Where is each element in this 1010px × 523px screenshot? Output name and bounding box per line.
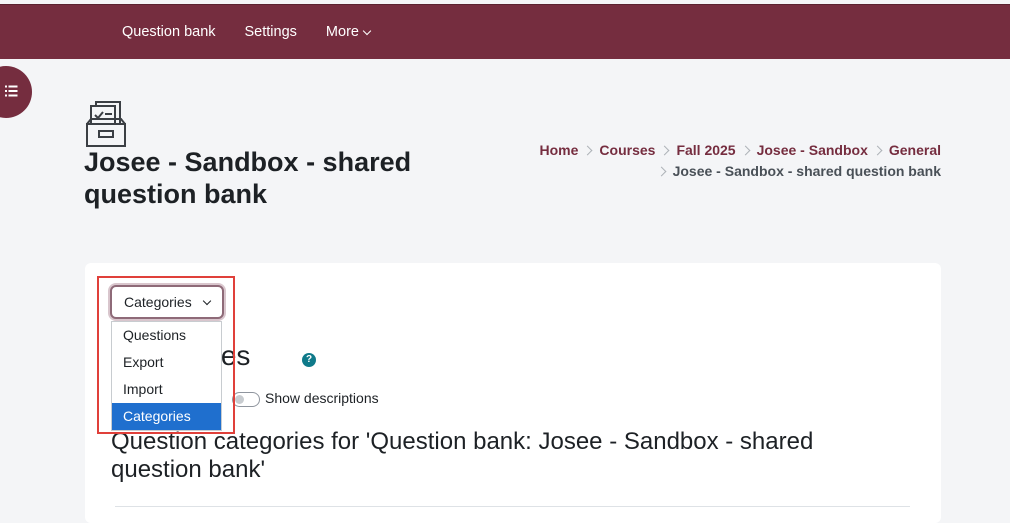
chevron-right-icon [740, 145, 751, 156]
page-title: Josee - Sandbox - shared question bank [84, 147, 412, 209]
primary-nav: Question bank Settings More [122, 5, 399, 59]
nav-more[interactable]: More [325, 24, 372, 40]
show-descriptions-label: Show descriptions [265, 390, 379, 406]
nav-settings[interactable]: Settings [245, 24, 297, 40]
breadcrumb-line-2: Josee - Sandbox - shared question bank [540, 161, 941, 182]
help-icon[interactable]: ? [302, 353, 316, 367]
breadcrumb-course[interactable]: Josee - Sandbox [757, 142, 868, 158]
question-bank-icon [86, 101, 126, 147]
nav-more-label: More [325, 24, 359, 40]
breadcrumb-home[interactable]: Home [540, 142, 579, 158]
question-categories-heading: Question categories for 'Question bank: … [111, 428, 814, 483]
course-index-toggle[interactable] [0, 66, 32, 118]
breadcrumb-general[interactable]: General [889, 142, 941, 158]
chevron-right-icon [582, 145, 593, 156]
toggle-knob [235, 395, 244, 404]
breadcrumb: Home Courses Fall 2025 Josee - Sandbox Gener… [540, 140, 942, 182]
chevron-down-icon [362, 26, 372, 35]
top-navbar: Question bank Settings More [0, 4, 1010, 59]
category-list-border [115, 506, 910, 507]
chevron-right-icon [659, 145, 670, 156]
chevron-right-icon [656, 166, 667, 177]
show-descriptions-toggle[interactable] [232, 392, 260, 407]
highlight-box [97, 276, 235, 434]
breadcrumb-courses[interactable]: Courses [599, 142, 655, 158]
breadcrumb-current: Josee - Sandbox - shared question bank [672, 163, 941, 179]
list-icon [5, 85, 18, 97]
nav-question-bank[interactable]: Question bank [122, 24, 216, 40]
breadcrumb-fall-2025[interactable]: Fall 2025 [676, 142, 735, 158]
chevron-right-icon [872, 145, 883, 156]
breadcrumb-line-1: Home Courses Fall 2025 Josee - Sandbox Gener… [540, 140, 942, 161]
